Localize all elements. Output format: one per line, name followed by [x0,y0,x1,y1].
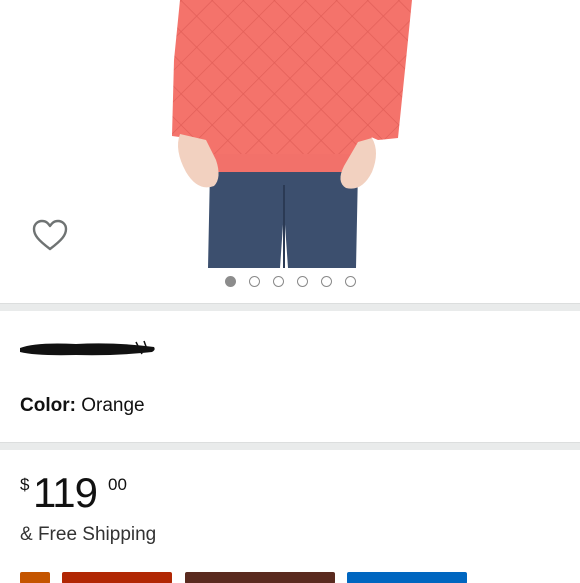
section-divider [0,303,580,311]
redacted-title [20,340,155,356]
image-carousel-indicator [0,276,580,292]
product-image-area [0,0,580,305]
price-whole: 119 [33,469,98,516]
product-image[interactable] [150,0,420,268]
color-label: Color: [20,395,76,416]
heart-outline-icon[interactable] [30,218,70,254]
price-fraction: 00 [108,475,127,494]
carousel-dot[interactable] [272,276,284,287]
color-value: Orange [81,395,145,416]
price-currency: $ [20,475,30,494]
cutoff-text-fragment [184,572,335,583]
cutoff-text-fragment [62,572,173,583]
carousel-dot[interactable] [224,276,236,287]
cutoff-text-fragment [20,572,50,583]
carousel-dot[interactable] [320,276,332,287]
carousel-dot[interactable] [344,276,356,287]
shipping-info: & Free Shipping [20,524,157,545]
section-divider [0,442,580,450]
carousel-dot[interactable] [248,276,260,287]
cutoff-text-row [20,571,520,583]
color-selection: Color: Orange [20,395,145,417]
carousel-dot[interactable] [296,276,308,287]
cutoff-text-fragment [347,572,468,583]
